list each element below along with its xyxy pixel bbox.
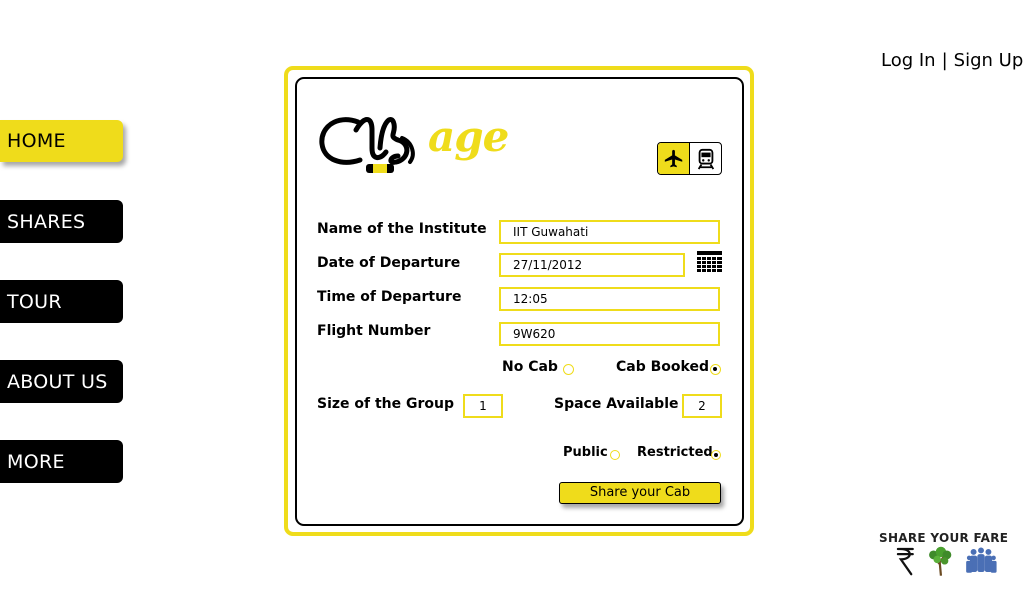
airplane-icon bbox=[664, 149, 682, 167]
departure-time-label: Time of Departure bbox=[317, 289, 462, 305]
group-size-input[interactable] bbox=[463, 394, 503, 418]
cab-booked-label: Cab Booked bbox=[616, 359, 709, 375]
login-link[interactable]: Log In bbox=[881, 50, 936, 71]
people-icon bbox=[966, 547, 997, 573]
departure-time-input[interactable] bbox=[499, 287, 720, 311]
space-available-label: Space Available bbox=[554, 396, 679, 412]
rupee-icon bbox=[896, 547, 914, 576]
train-icon bbox=[697, 148, 714, 170]
nav-home-label: HOME bbox=[7, 130, 66, 152]
travel-mode-toggle[interactable] bbox=[657, 142, 722, 175]
share-your-fare-logo bbox=[896, 546, 997, 576]
nav-more-button[interactable]: MORE bbox=[0, 440, 123, 483]
group-size-label: Size of the Group bbox=[317, 396, 455, 412]
nav-tour-label: TOUR bbox=[7, 290, 62, 313]
tree-icon bbox=[929, 546, 952, 576]
train-option[interactable] bbox=[690, 143, 721, 174]
public-label: Public bbox=[563, 445, 608, 460]
departure-date-label: Date of Departure bbox=[317, 255, 461, 271]
flight-number-input[interactable] bbox=[499, 322, 720, 346]
public-radio[interactable] bbox=[610, 450, 620, 460]
nav-more-label: MORE bbox=[7, 450, 65, 473]
airplane-option[interactable] bbox=[658, 143, 690, 174]
no-cab-radio[interactable] bbox=[563, 364, 574, 375]
nav-shares-button[interactable]: SHARES bbox=[0, 200, 123, 243]
nav-shares-label: SHARES bbox=[7, 210, 86, 233]
no-cab-label: No Cab bbox=[502, 359, 558, 375]
flight-number-label: Flight Number bbox=[317, 323, 431, 339]
calendar-icon[interactable] bbox=[697, 251, 722, 275]
auth-links: Log In | Sign Up bbox=[881, 50, 1023, 71]
nav-about-us-label: ABOUT US bbox=[7, 370, 108, 393]
footer-title: SHARE YOUR FARE bbox=[879, 531, 1009, 545]
logo-suffix-text: age bbox=[428, 112, 509, 161]
restricted-radio[interactable] bbox=[711, 450, 721, 460]
nav-home-button[interactable]: HOME bbox=[0, 120, 123, 162]
share-cab-button[interactable]: Share your Cab bbox=[559, 482, 721, 504]
signup-link[interactable]: Sign Up bbox=[954, 50, 1024, 71]
nav-tour-button[interactable]: TOUR bbox=[0, 280, 123, 323]
institute-input[interactable] bbox=[499, 220, 720, 244]
space-available-input[interactable] bbox=[682, 394, 722, 418]
institute-label: Name of the Institute bbox=[317, 221, 487, 237]
departure-date-input[interactable] bbox=[499, 253, 685, 277]
nav-about-us-button[interactable]: ABOUT US bbox=[0, 360, 123, 403]
auth-separator: | bbox=[941, 50, 948, 71]
restricted-label: Restricted bbox=[637, 445, 713, 460]
cab-booked-radio[interactable] bbox=[710, 364, 721, 375]
